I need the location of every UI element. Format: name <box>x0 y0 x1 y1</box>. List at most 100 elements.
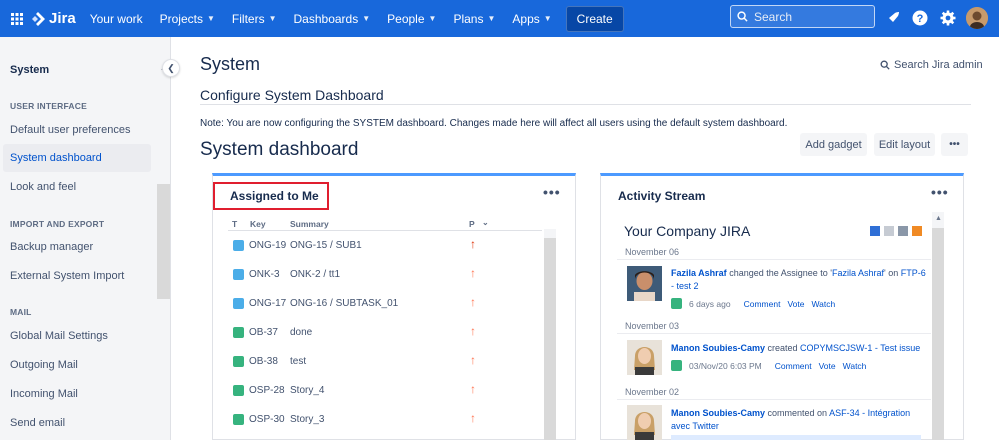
issue-parent[interactable]: ONG-15 <box>290 240 327 251</box>
issue-summary-text[interactable]: tt1 <box>329 269 340 280</box>
issue-summary-text[interactable]: SUBTASK_01 <box>336 298 399 309</box>
dashboard-title: System dashboard <box>200 139 359 160</box>
avatar[interactable] <box>627 405 662 440</box>
sidebar-item-global-mail-settings[interactable]: Global Mail Settings <box>3 322 151 350</box>
rss-feed-icon[interactable] <box>912 226 922 236</box>
avatar[interactable] <box>966 7 988 29</box>
activity-verb: created <box>765 343 801 353</box>
search-jira-admin-label: Search Jira admin <box>894 59 983 71</box>
issue-link[interactable]: COPYMSCJSW-1 - Test issue <box>800 343 920 353</box>
issue-summary[interactable]: ONG-16 / SUBTASK_01 <box>290 298 398 309</box>
issue-key[interactable]: ONK-3 <box>249 269 280 280</box>
divider <box>617 399 931 400</box>
table-scrollbar-thumb[interactable] <box>544 238 556 440</box>
issue-key[interactable]: OB-38 <box>249 356 278 367</box>
watch-link[interactable]: Watch <box>811 299 835 309</box>
avatar[interactable] <box>627 266 662 301</box>
settings-icon[interactable] <box>938 8 958 28</box>
issue-key[interactable]: OB-37 <box>249 327 278 338</box>
sidebar-item-system-dashboard[interactable]: System dashboard <box>3 144 151 172</box>
scroll-up-icon[interactable]: ▲ <box>935 215 942 222</box>
jira-logo[interactable]: Jira <box>31 10 76 27</box>
nav-people[interactable]: People ▼ <box>387 12 436 26</box>
search-icon <box>737 11 748 22</box>
issue-summary-text[interactable]: Story_3 <box>290 414 324 425</box>
filter-icon[interactable] <box>884 226 894 236</box>
sidebar-item-backup-manager[interactable]: Backup manager <box>3 233 151 261</box>
issue-key[interactable]: OSP-30 <box>249 414 285 425</box>
actor-link[interactable]: Fazila Ashraf <box>671 268 727 278</box>
comment-link[interactable]: Comment <box>744 299 781 309</box>
issue-summary-text[interactable]: done <box>290 327 312 338</box>
nav-filters[interactable]: Filters ▼ <box>232 12 277 26</box>
gadget-more-button[interactable]: ••• <box>543 184 561 200</box>
search-input[interactable] <box>754 9 864 24</box>
nav-projects[interactable]: Projects ▼ <box>160 12 215 26</box>
nav-label: Plans <box>453 11 484 26</box>
issue-parent[interactable]: ONG-16 <box>290 298 327 309</box>
nav-dashboards[interactable]: Dashboards ▼ <box>294 12 371 26</box>
avatar[interactable] <box>627 340 662 375</box>
issue-summary[interactable]: ONK-2 / tt1 <box>290 269 340 280</box>
nav-apps[interactable]: Apps ▼ <box>512 12 551 26</box>
issue-summary-text[interactable]: SUB1 <box>336 240 362 251</box>
issue-summary-text[interactable]: test <box>290 356 306 367</box>
app-switcher-icon[interactable] <box>3 12 31 25</box>
activity-scrollbar-thumb[interactable] <box>932 228 944 440</box>
list-view-icon[interactable] <box>870 226 880 236</box>
gadget-more-button[interactable]: ••• <box>931 184 949 200</box>
gadget-title: Activity Stream <box>618 189 706 203</box>
sidebar-item-default-user-preferences[interactable]: Default user preferences <box>3 116 151 144</box>
stream-heading[interactable]: Your Company JIRA <box>624 223 750 239</box>
sort-chevron-icon[interactable]: ⌄ <box>482 218 489 227</box>
sidebar-item-incoming-mail[interactable]: Incoming Mail <box>3 380 151 408</box>
activity-entry-text: Manon Soubies-Camy commented on ASF-34 -… <box>671 407 926 433</box>
edit-layout-button[interactable]: Edit layout <box>874 133 935 156</box>
assignee-link[interactable]: Fazila Ashraf <box>832 268 884 278</box>
create-button[interactable]: Create <box>565 5 624 32</box>
actor-link[interactable]: Manon Soubies-Camy <box>671 343 765 353</box>
issue-key[interactable]: ONG-17 <box>249 298 286 309</box>
subtask-icon <box>233 298 244 309</box>
nav-label: Projects <box>159 11 203 26</box>
column-header-priority[interactable]: P <box>469 219 475 229</box>
vote-link[interactable]: Vote <box>787 299 804 309</box>
comment-preview <box>671 435 921 440</box>
story-icon <box>233 327 244 338</box>
sidebar-item-outgoing-mail[interactable]: Outgoing Mail <box>3 351 151 379</box>
column-header-type[interactable]: T <box>232 219 237 229</box>
search-box[interactable] <box>730 5 875 28</box>
column-header-key[interactable]: Key <box>250 219 266 229</box>
priority-high-icon: ↑ <box>470 382 476 396</box>
sidebar-item-send-email[interactable]: Send email <box>3 409 151 437</box>
story-icon <box>233 385 244 396</box>
issue-key[interactable]: ONG-19 <box>249 240 286 251</box>
subtask-icon <box>233 240 244 251</box>
sidebar-item-look-and-feel[interactable]: Look and feel <box>3 173 151 201</box>
configuration-note: Note: You are now configuring the SYSTEM… <box>200 118 788 129</box>
issue-key[interactable]: OSP-28 <box>249 385 285 396</box>
comment-link[interactable]: Comment <box>775 361 812 371</box>
column-header-summary[interactable]: Summary <box>290 219 329 229</box>
vote-link[interactable]: Vote <box>819 361 836 371</box>
nav-plans[interactable]: Plans ▼ <box>453 12 495 26</box>
issue-summary[interactable]: ONG-15 / SUB1 <box>290 240 362 251</box>
watch-link[interactable]: Watch <box>843 361 867 371</box>
nav-your-work[interactable]: Your work <box>90 12 143 26</box>
dashboard-more-button[interactable]: ••• <box>941 133 968 156</box>
sidebar-item-external-system-import[interactable]: External System Import <box>3 262 151 290</box>
add-gadget-button[interactable]: Add gadget <box>800 133 867 156</box>
issue-summary-text[interactable]: Story_4 <box>290 385 324 396</box>
search-jira-admin-link[interactable]: Search Jira admin <box>880 59 983 71</box>
chevron-down-icon: ▼ <box>206 14 215 23</box>
activity-entry-text: Manon Soubies-Camy created COPYMSCJSW-1 … <box>671 342 926 355</box>
sidebar-section-mail: MAIL <box>10 307 32 317</box>
settings-icon[interactable] <box>898 226 908 236</box>
issue-parent[interactable]: ONK-2 <box>290 269 321 280</box>
sidebar-scrollbar-thumb[interactable] <box>157 184 170 299</box>
notifications-icon[interactable] <box>883 8 903 28</box>
help-icon[interactable]: ? <box>910 8 930 28</box>
collapse-sidebar-button[interactable]: ❮ <box>162 59 180 77</box>
actor-link[interactable]: Manon Soubies-Camy <box>671 408 765 418</box>
nav-label: Apps <box>512 11 540 26</box>
